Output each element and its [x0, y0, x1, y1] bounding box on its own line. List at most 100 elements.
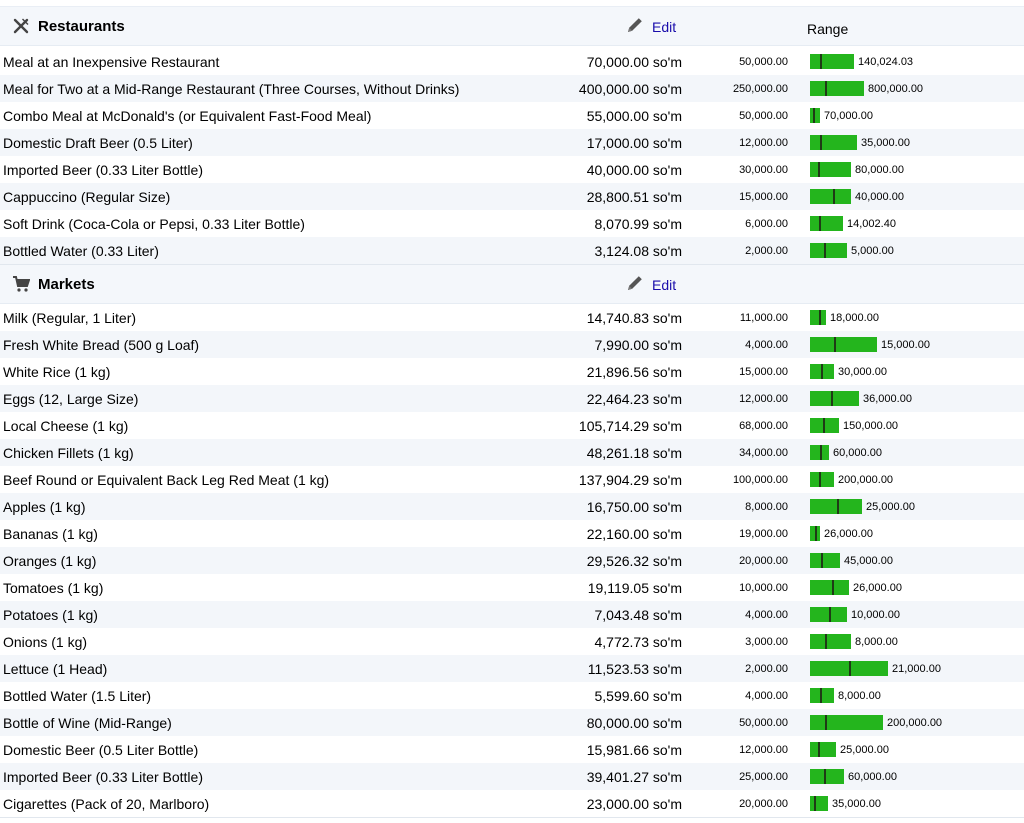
range-price-marker: [815, 526, 817, 541]
range-price-marker: [818, 162, 820, 177]
range-price-marker: [820, 688, 822, 703]
item-name: Meal for Two at a Mid-Range Restaurant (…: [3, 81, 460, 97]
section-title: Restaurants: [12, 17, 125, 35]
range-min: 2,000.00: [745, 245, 788, 257]
range-min: 50,000.00: [739, 717, 788, 729]
item-name: Combo Meal at McDonald's (or Equivalent …: [3, 108, 372, 124]
item-price: 29,526.32 so'm: [586, 553, 682, 569]
item-price: 55,000.00 so'm: [586, 108, 682, 124]
range-max: 35,000.00: [861, 137, 910, 149]
range-bar: [810, 162, 851, 177]
price-range: 15,000.00 30,000.00: [739, 358, 1005, 385]
range-max: 140,024.03: [858, 56, 914, 68]
range-min: 50,000.00: [739, 56, 788, 68]
range-bar: [810, 445, 829, 460]
range-price-marker: [819, 310, 821, 325]
price-row: Combo Meal at McDonald's (or Equivalent …: [0, 102, 1024, 129]
pencil-icon: [626, 16, 644, 37]
range-min: 12,000.00: [739, 137, 788, 149]
item-name: Bottled Water (1.5 Liter): [3, 688, 152, 704]
range-max: 18,000.00: [830, 312, 879, 324]
section-title-text: Restaurants: [38, 17, 125, 35]
range-max: 80,000.00: [855, 164, 904, 176]
item-price: 21,896.56 so'm: [586, 364, 682, 380]
section-header-restaurants: Restaurants Edit Range: [0, 6, 1024, 46]
range-bar: [810, 310, 826, 325]
range-price-marker: [820, 135, 822, 150]
price-range: 100,000.00 200,000.00: [733, 466, 1005, 493]
range-max: 25,000.00: [840, 744, 889, 756]
price-range: 6,000.00 14,002.40: [745, 210, 1005, 237]
price-row: Domestic Draft Beer (0.5 Liter) 17,000.00…: [0, 129, 1024, 156]
range-price-marker: [824, 243, 826, 258]
range-bar: [810, 634, 851, 649]
item-price: 15,981.66 so'm: [586, 742, 682, 758]
section-header-markets: Markets Edit: [0, 265, 1024, 304]
range-bar: [810, 607, 847, 622]
price-range: 50,000.00 140,024.03: [739, 48, 1005, 75]
range-price-marker: [824, 769, 826, 784]
range-bar: [810, 715, 883, 730]
range-max: 8,000.00: [838, 690, 881, 702]
item-name: Local Cheese (1 kg): [3, 418, 129, 434]
price-row: Beef Round or Equivalent Back Leg Red Me…: [0, 466, 1024, 493]
edit-link[interactable]: Edit: [626, 274, 676, 295]
range-min: 12,000.00: [739, 393, 788, 405]
range-min: 20,000.00: [739, 798, 788, 810]
price-range: 2,000.00 21,000.00: [745, 655, 1005, 682]
range-price-marker: [825, 634, 827, 649]
pencil-icon: [626, 274, 644, 295]
item-name: Potatoes (1 kg): [3, 607, 98, 623]
price-range: 19,000.00 26,000.00: [739, 520, 1005, 547]
item-name: Cappuccino (Regular Size): [3, 189, 171, 205]
range-min: 50,000.00: [739, 110, 788, 122]
range-price-marker: [849, 661, 851, 676]
price-row: Domestic Beer (0.5 Liter Bottle) 15,981.6…: [0, 736, 1024, 763]
section-divider: [0, 817, 1024, 818]
range-bar: [810, 135, 857, 150]
range-min: 15,000.00: [739, 191, 788, 203]
item-price: 22,160.00 so'm: [586, 526, 682, 542]
price-range: 20,000.00 35,000.00: [739, 790, 1005, 817]
range-price-marker: [820, 54, 822, 69]
range-price-marker: [825, 715, 827, 730]
range-max: 800,000.00: [868, 83, 924, 95]
range-bar: [810, 54, 854, 69]
range-price-marker: [813, 108, 815, 123]
range-min: 4,000.00: [745, 690, 788, 702]
price-range: 10,000.00 26,000.00: [739, 574, 1005, 601]
range-max: 150,000.00: [843, 420, 899, 432]
range-bar: [810, 688, 834, 703]
item-price: 4,772.73 so'm: [594, 634, 682, 650]
price-row: Bottle of Wine (Mid-Range) 80,000.00 so'm…: [0, 709, 1024, 736]
range-bar: [810, 337, 877, 352]
price-range: 3,000.00 8,000.00: [745, 628, 1005, 655]
range-price-marker: [829, 607, 831, 622]
price-row: Meal at an Inexpensive Restaurant 70,000.…: [0, 48, 1024, 75]
item-price: 48,261.18 so'm: [586, 445, 682, 461]
item-name: Milk (Regular, 1 Liter): [3, 310, 137, 326]
item-price: 7,990.00 so'm: [594, 337, 682, 353]
range-max: 15,000.00: [881, 339, 930, 351]
range-column-header: Range: [807, 21, 849, 37]
price-row: Eggs (12, Large Size) 22,464.23 so'm 12,00…: [0, 385, 1024, 412]
item-name: Chicken Fillets (1 kg): [3, 445, 134, 461]
range-min: 4,000.00: [745, 609, 788, 621]
range-bar: [810, 189, 851, 204]
range-price-marker: [833, 189, 835, 204]
range-price-marker: [837, 499, 839, 514]
range-bar: [810, 553, 840, 568]
range-max: 21,000.00: [892, 663, 941, 675]
price-range: 11,000.00 18,000.00: [740, 304, 1005, 331]
item-price: 16,750.00 so'm: [586, 499, 682, 515]
price-row: Fresh White Bread (500 g Loaf) 7,990.00 s…: [0, 331, 1024, 358]
range-price-marker: [819, 216, 821, 231]
range-bar: [810, 499, 862, 514]
edit-link[interactable]: Edit: [626, 16, 676, 37]
price-range: 12,000.00 36,000.00: [739, 385, 1005, 412]
range-min: 68,000.00: [739, 420, 788, 432]
range-min: 2,000.00: [745, 663, 788, 675]
range-price-marker: [814, 796, 816, 811]
price-row: Tomatoes (1 kg) 19,119.05 so'm 10,000.00 26…: [0, 574, 1024, 601]
price-row: Imported Beer (0.33 Liter Bottle) 40,000.…: [0, 156, 1024, 183]
